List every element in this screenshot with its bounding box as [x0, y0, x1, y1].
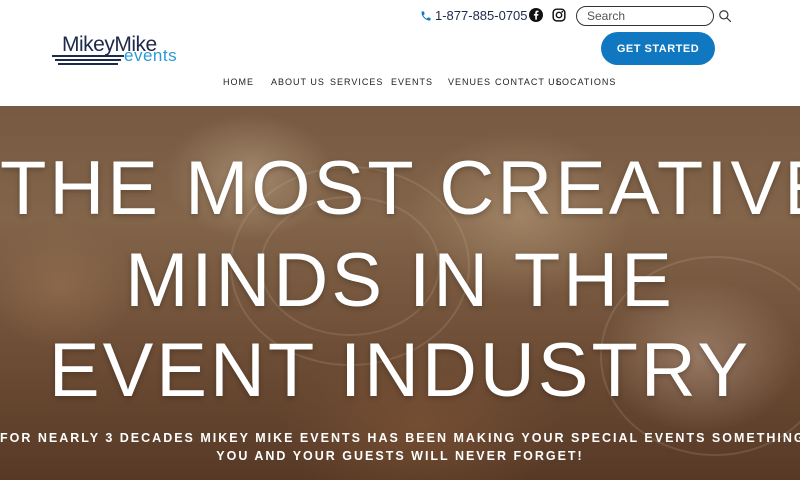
nav-item-about-us[interactable]: ABOUT US: [271, 76, 325, 88]
phone-link[interactable]: 1-877-885-0705: [420, 7, 528, 25]
nav-item-contact-us[interactable]: CONTACT US: [495, 76, 563, 88]
phone-icon: [421, 11, 431, 21]
logo-stripes: [52, 55, 124, 67]
nav-item-events[interactable]: EVENTS: [391, 76, 433, 88]
facebook-icon[interactable]: [529, 8, 543, 22]
phone-number: 1-877-885-0705: [435, 8, 528, 23]
hero-subtitle-line-2: YOU AND YOUR GUESTS WILL NEVER FORGET!: [216, 449, 584, 463]
hero-headline-line-1: THE MOST CREATIVE: [0, 146, 800, 231]
site-header: MikeyMike events 1-877-885-0705 GET STAR…: [0, 0, 800, 106]
hero-headline-line-2: MINDS IN THE: [125, 238, 675, 323]
nav-item-locations[interactable]: LOCATIONS: [556, 76, 616, 88]
nav-item-venues[interactable]: VENUES: [448, 76, 491, 88]
hero-headline-line-3: EVENT INDUSTRY: [48, 328, 752, 413]
search-icon[interactable]: [718, 9, 732, 23]
instagram-icon[interactable]: [552, 8, 566, 22]
nav-item-home[interactable]: HOME: [223, 76, 254, 88]
search-input[interactable]: [576, 6, 714, 26]
nav-item-services[interactable]: SERVICES: [330, 76, 383, 88]
logo-subtitle: events: [124, 46, 178, 65]
logo[interactable]: MikeyMike events: [52, 34, 202, 70]
get-started-button[interactable]: GET STARTED: [601, 32, 715, 65]
hero-banner: THE MOST CREATIVE MINDS IN THE EVENT IND…: [0, 106, 800, 480]
hero-subtitle-line-1: FOR NEARLY 3 DECADES MIKEY MIKE EVENTS H…: [0, 431, 800, 445]
